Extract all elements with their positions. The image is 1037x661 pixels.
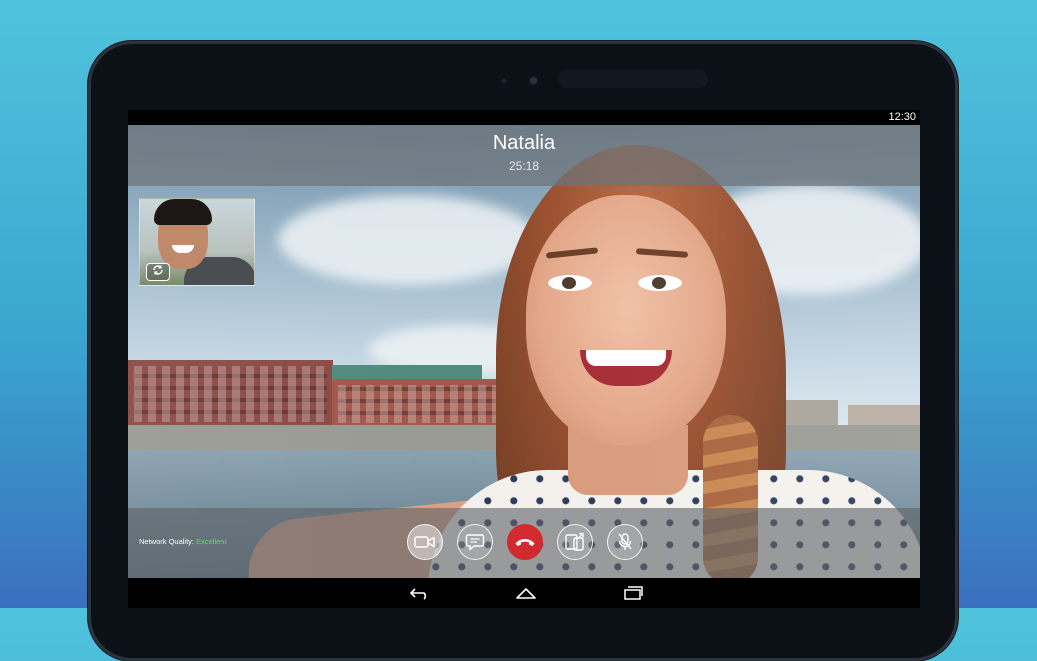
recent-apps-icon xyxy=(624,586,643,600)
call-header: Natalia 25:18 xyxy=(128,125,920,186)
caller-name: Natalia xyxy=(492,132,556,154)
back-button[interactable] xyxy=(409,584,431,602)
end-call-button[interactable] xyxy=(507,524,543,560)
device-transfer-icon xyxy=(565,532,584,551)
device-screen: 12:30 Natalia 25:18 Network Quality: Exc… xyxy=(128,110,920,608)
status-bar: 12:30 xyxy=(128,110,920,125)
android-nav-bar xyxy=(128,578,920,608)
mic-muted-icon xyxy=(618,533,632,550)
status-time: 12:30 xyxy=(888,111,916,123)
earpiece-speaker xyxy=(558,70,708,88)
mute-button[interactable] xyxy=(607,524,643,560)
phone-hangup-icon xyxy=(515,539,535,546)
video-toggle-button[interactable] xyxy=(407,524,443,560)
home-icon xyxy=(516,588,536,599)
network-quality: Network Quality: Excellent xyxy=(139,537,227,546)
transfer-call-button[interactable] xyxy=(557,524,593,560)
self-view-hair xyxy=(154,199,212,225)
chat-bubble-icon xyxy=(465,534,485,551)
switch-camera-icon[interactable] xyxy=(146,263,170,281)
video-camera-icon xyxy=(414,536,435,548)
switch-camera-glyph xyxy=(153,265,163,275)
call-controls-bar: Network Quality: Excellent xyxy=(128,508,920,578)
recent-apps-button[interactable] xyxy=(622,584,644,602)
network-quality-label: Network Quality: xyxy=(139,537,195,546)
self-view-preview[interactable] xyxy=(139,198,255,286)
chat-button[interactable] xyxy=(457,524,493,560)
home-button[interactable] xyxy=(515,584,537,602)
network-quality-value: Excellent xyxy=(196,537,227,546)
back-icon xyxy=(409,588,427,600)
proximity-sensor xyxy=(502,79,506,83)
call-timer: 25:18 xyxy=(508,159,540,173)
front-camera xyxy=(529,76,538,85)
